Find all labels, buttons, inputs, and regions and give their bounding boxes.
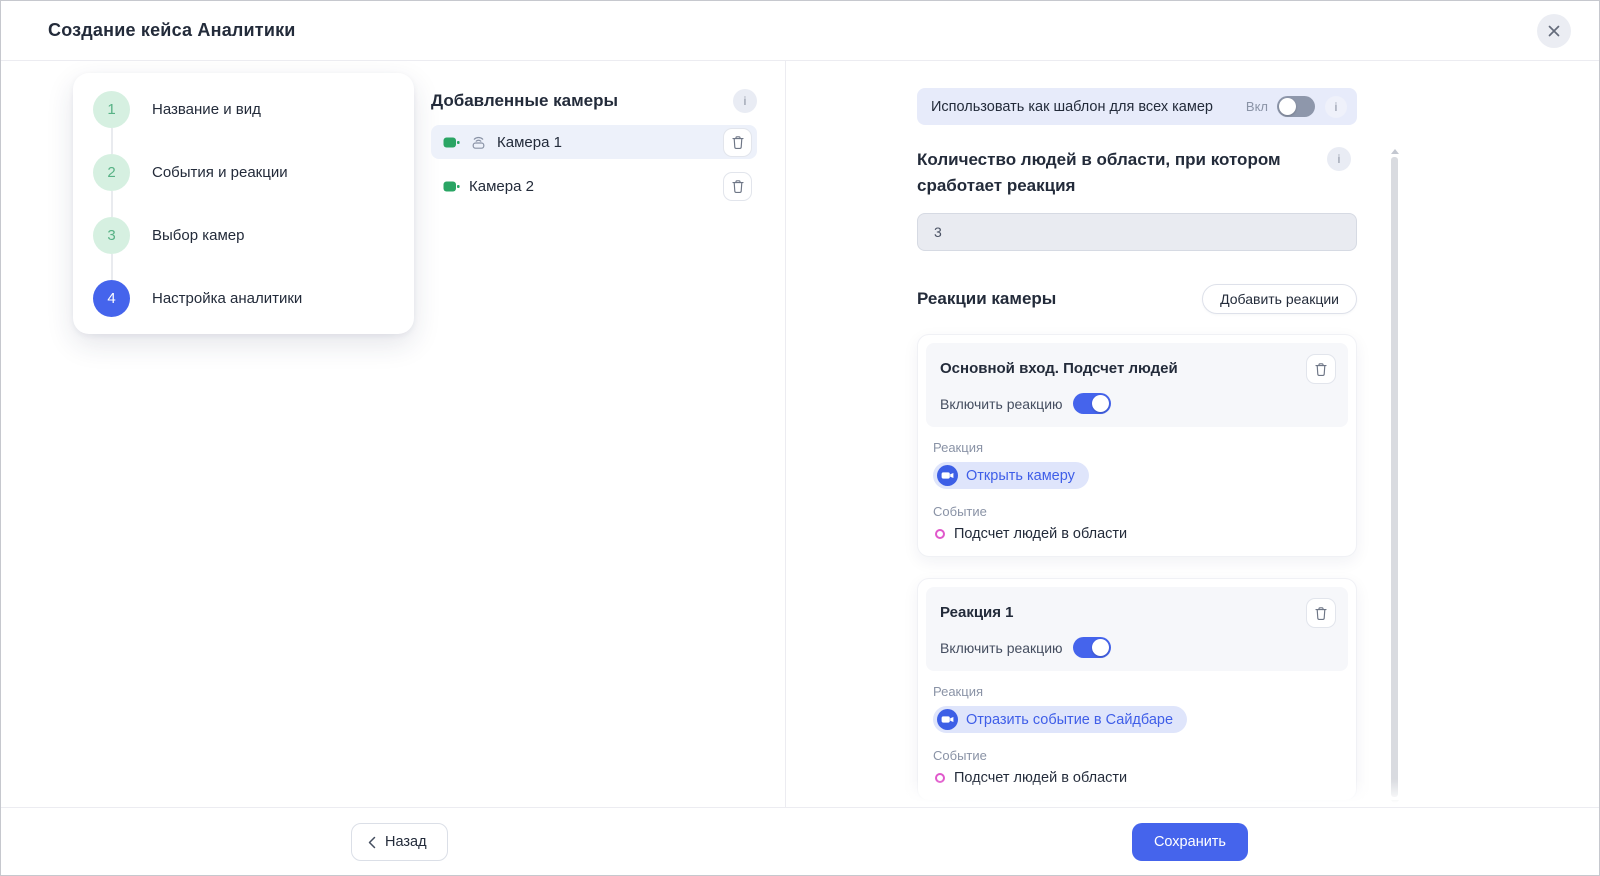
back-button-label: Назад — [385, 834, 427, 850]
stepper-step-cameras[interactable]: 3 Выбор камер — [93, 217, 394, 254]
people-count-input[interactable] — [917, 213, 1357, 251]
enable-reaction-label: Включить реакцию — [940, 396, 1063, 412]
stepper-step-events[interactable]: 2 События и реакции — [93, 154, 394, 191]
delete-camera-button[interactable] — [723, 172, 752, 201]
toggle-state-label: Вкл — [1246, 99, 1268, 114]
step-number-badge: 4 — [93, 280, 130, 317]
modal-header: Создание кейса Аналитики — [1, 1, 1599, 61]
reaction-card-title: Основной вход. Подсчет людей — [940, 354, 1178, 377]
delete-reaction-button[interactable] — [1306, 354, 1336, 384]
toggle-knob — [1092, 639, 1109, 656]
ptz-camera-icon — [469, 134, 488, 150]
trash-icon — [731, 135, 745, 150]
reaction-field-label: Реакция — [933, 440, 1348, 455]
camera-name: Камера 1 — [497, 134, 562, 151]
trash-icon — [1314, 606, 1328, 621]
scrollbar-up-arrow-icon[interactable] — [1391, 149, 1399, 154]
camera-icon — [443, 180, 460, 193]
panel-divider — [785, 61, 786, 807]
toggle-knob — [1279, 98, 1296, 115]
step-connector — [111, 254, 113, 280]
scrollbar[interactable] — [1390, 149, 1399, 805]
camera-row[interactable]: Камера 2 — [431, 169, 757, 203]
added-cameras-panel: Добавленные камеры Камера 1 — [431, 87, 757, 203]
people-count-heading: Количество людей в области, при котором … — [917, 147, 1357, 199]
event-field-label: Событие — [933, 504, 1348, 519]
reaction-cards-list: Основной вход. Подсчет людей Включить ре… — [917, 334, 1357, 807]
event-ring-icon — [935, 773, 945, 783]
stepper-card: 1 Название и вид 2 События и реакции 3 В… — [73, 73, 414, 334]
reaction-chip[interactable]: Открыть камеру — [933, 462, 1089, 489]
scrollbar-thumb[interactable] — [1391, 157, 1398, 797]
threshold-info-button[interactable] — [1327, 147, 1351, 171]
delete-camera-button[interactable] — [723, 128, 752, 157]
step-label: Выбор камер — [152, 227, 244, 244]
trash-icon — [1314, 362, 1328, 377]
modal-content: 1 Название и вид 2 События и реакции 3 В… — [1, 61, 1599, 807]
camera-icon — [443, 136, 460, 149]
stepper-step-analytics[interactable]: 4 Настройка аналитики — [93, 280, 394, 317]
trash-icon — [731, 179, 745, 194]
reaction-card: Реакция 1 Включить реакцию Р — [917, 578, 1357, 801]
reaction-chip-label: Открыть камеру — [966, 468, 1075, 484]
reactions-heading: Реакции камеры — [917, 289, 1056, 309]
template-banner: Использовать как шаблон для всех камер В… — [917, 88, 1357, 125]
step-number-badge: 2 — [93, 154, 130, 191]
toggle-knob — [1092, 395, 1109, 412]
modal-footer: Назад Сохранить — [1, 807, 1599, 875]
camera-row[interactable]: Камера 1 — [431, 125, 757, 159]
camera-name: Камера 2 — [469, 178, 534, 195]
template-info-button[interactable] — [1325, 96, 1347, 118]
reaction-chip-label: Отразить событие в Сайдбаре — [966, 712, 1173, 728]
analytics-settings-panel: Использовать как шаблон для всех камер В… — [917, 88, 1357, 807]
close-icon — [1547, 24, 1561, 38]
enable-reaction-label: Включить реакцию — [940, 640, 1063, 656]
step-connector — [111, 191, 113, 217]
event-value: Подсчет людей в области — [954, 526, 1127, 542]
step-label: События и реакции — [152, 164, 288, 181]
added-cameras-heading: Добавленные камеры — [431, 91, 618, 111]
template-toggle[interactable] — [1277, 96, 1315, 117]
enable-reaction-toggle[interactable] — [1073, 637, 1111, 658]
modal-title: Создание кейса Аналитики — [48, 20, 296, 41]
add-reaction-button[interactable]: Добавить реакции — [1202, 284, 1357, 314]
reaction-card-title: Реакция 1 — [940, 598, 1014, 621]
event-field-label: Событие — [933, 748, 1348, 763]
event-value: Подсчет людей в области — [954, 770, 1127, 786]
delete-reaction-button[interactable] — [1306, 598, 1336, 628]
open-camera-icon — [937, 465, 958, 486]
stepper-step-name[interactable]: 1 Название и вид — [93, 91, 394, 128]
event-ring-icon — [935, 529, 945, 539]
template-banner-label: Использовать как шаблон для всех камер — [931, 99, 1246, 115]
enable-reaction-toggle[interactable] — [1073, 393, 1111, 414]
reaction-card: Основной вход. Подсчет людей Включить ре… — [917, 334, 1357, 557]
step-number-badge: 1 — [93, 91, 130, 128]
chevron-left-icon — [368, 836, 376, 849]
scrollbar-down-arrow-icon[interactable] — [1391, 800, 1399, 805]
reaction-field-label: Реакция — [933, 684, 1348, 699]
step-label: Настройка аналитики — [152, 290, 302, 307]
cameras-info-button[interactable] — [733, 89, 757, 113]
back-button[interactable]: Назад — [351, 823, 448, 861]
reaction-chip[interactable]: Отразить событие в Сайдбаре — [933, 706, 1187, 733]
sidebar-event-icon — [937, 709, 958, 730]
step-label: Название и вид — [152, 101, 261, 118]
close-button[interactable] — [1537, 14, 1571, 48]
create-analytics-case-modal: Создание кейса Аналитики 1 Название и ви… — [0, 0, 1600, 876]
save-button[interactable]: Сохранить — [1132, 823, 1248, 861]
step-number-badge: 3 — [93, 217, 130, 254]
step-connector — [111, 128, 113, 154]
